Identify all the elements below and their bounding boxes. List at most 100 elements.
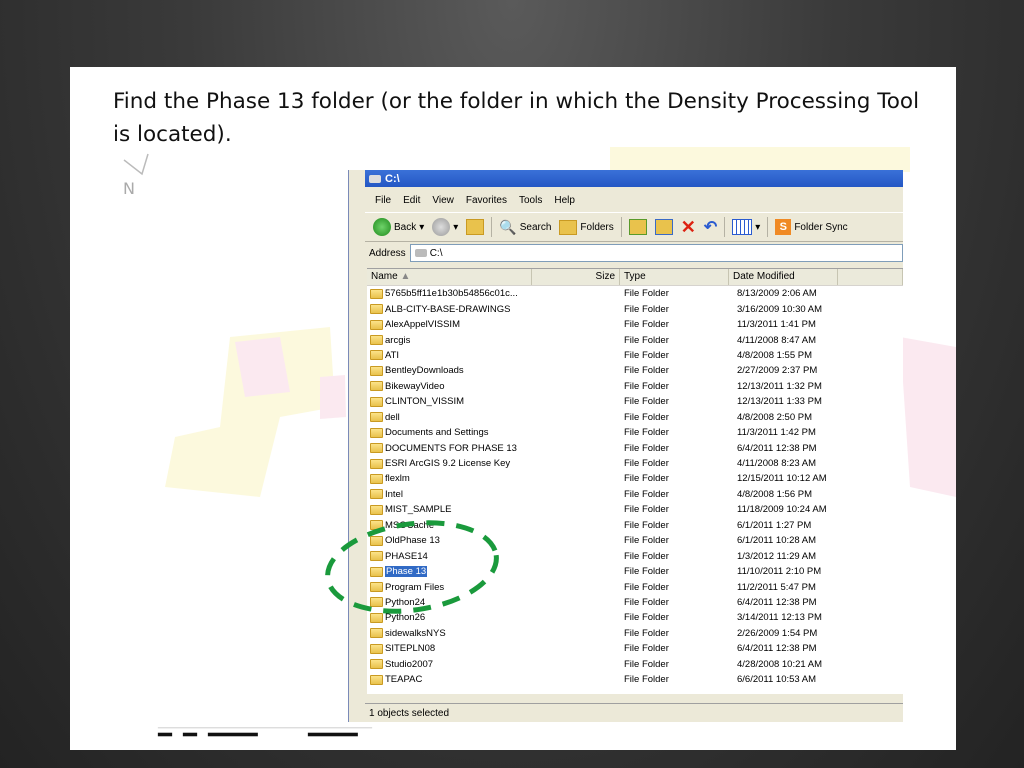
file-name-cell[interactable]: DOCUMENTS FOR PHASE 13 — [367, 443, 535, 454]
file-date: 4/8/2008 2:50 PM — [737, 411, 812, 423]
file-row[interactable]: Intel File Folder 4/8/2008 1:56 PM — [367, 487, 903, 502]
forward-arrow-icon — [432, 218, 451, 236]
file-name: CLINTON_VISSIM — [385, 396, 465, 408]
folder-icon — [370, 643, 383, 654]
file-name-cell[interactable]: MIST_SAMPLE — [367, 504, 535, 515]
file-row[interactable]: ALB-CITY-BASE-DRAWINGS File Folder 3/16/20… — [367, 301, 903, 316]
file-name-cell[interactable]: ESRI ArcGIS 9.2 License Key — [367, 458, 535, 469]
window-titlebar[interactable]: C:\ — [365, 170, 903, 187]
file-name-cell[interactable]: ALB-CITY-BASE-DRAWINGS — [367, 304, 535, 315]
file-name: MIST_SAMPLE — [385, 504, 452, 516]
file-row[interactable]: ATI File Folder 4/8/2008 1:55 PM — [367, 348, 903, 363]
menu-tools[interactable]: Tools — [513, 195, 548, 206]
delete-button[interactable]: ✕ — [677, 217, 700, 238]
folder-icon — [370, 504, 383, 515]
file-name-cell[interactable]: 5765b5ff11e1b30b54856c01c... — [367, 288, 535, 299]
file-name: Intel — [385, 488, 403, 500]
file-date: 2/26/2009 1:54 PM — [737, 627, 818, 639]
window-title: C:\ — [385, 172, 400, 185]
file-row[interactable]: TEAPAC File Folder 6/6/2011 10:53 AM — [367, 672, 903, 687]
menu-favorites[interactable]: Favorites — [460, 195, 513, 206]
file-row[interactable]: dell File Folder 4/8/2008 2:50 PM — [367, 410, 903, 425]
file-name: Documents and Settings — [385, 427, 489, 439]
file-name-cell[interactable]: sidewalksNYS — [367, 628, 535, 639]
forward-button[interactable]: ▾ — [428, 218, 462, 236]
delete-icon: ✕ — [680, 216, 696, 237]
file-row[interactable]: BentleyDownloads File Folder 2/27/2009 2:3… — [367, 363, 903, 378]
file-name-cell[interactable]: TEAPAC — [367, 674, 535, 685]
file-type: File Folder — [624, 488, 669, 500]
status-text: 1 objects selected — [369, 707, 450, 719]
file-date: 4/11/2008 8:23 AM — [737, 458, 817, 470]
column-header-type[interactable]: Type — [620, 269, 729, 285]
file-row[interactable]: MIST_SAMPLE File Folder 11/18/2009 10:24 A… — [367, 502, 903, 517]
file-row[interactable]: Studio2007 File Folder 4/28/2008 10:21 AM — [367, 657, 903, 672]
file-row[interactable]: sidewalksNYS File Folder 2/26/2009 1:54 PM — [367, 626, 903, 641]
file-row[interactable]: AlexAppelVISSIM File Folder 11/3/2011 1:41… — [367, 317, 903, 332]
column-header-size[interactable]: Size — [532, 269, 620, 285]
file-row[interactable]: BikewayVideo File Folder 12/13/2011 1:32 P… — [367, 379, 903, 394]
file-row[interactable]: 5765b5ff11e1b30b54856c01c... File Folder 8… — [367, 286, 903, 301]
file-name-cell[interactable]: SITEPLN08 — [367, 643, 535, 654]
file-date: 3/16/2009 10:30 AM — [737, 303, 823, 315]
copy-to-icon — [654, 219, 673, 235]
file-name-cell[interactable]: flexlm — [367, 473, 535, 484]
file-row[interactable]: CLINTON_VISSIM File Folder 12/13/2011 1:33… — [367, 394, 903, 409]
file-date: 2/27/2009 2:37 PM — [737, 365, 818, 377]
folder-icon — [370, 489, 383, 500]
file-name-cell[interactable]: Studio2007 — [367, 659, 535, 670]
file-date: 4/28/2008 10:21 AM — [737, 658, 823, 670]
menu-help[interactable]: Help — [548, 195, 581, 206]
back-button[interactable]: Back ▾ — [369, 218, 428, 236]
file-name: dell — [385, 411, 400, 423]
chevron-down-icon: ▾ — [453, 221, 459, 233]
file-type: File Folder — [624, 674, 669, 686]
file-name-cell[interactable]: ATI — [367, 350, 535, 361]
folder-sync-button[interactable]: S Folder Sync — [771, 219, 851, 235]
file-type: File Folder — [624, 334, 669, 346]
up-folder-button[interactable] — [462, 219, 488, 235]
file-row[interactable]: flexlm File Folder 12/15/2011 10:12 AM — [367, 471, 903, 486]
search-button[interactable]: 🔍 Search — [495, 219, 555, 236]
views-button[interactable]: ▾ — [728, 219, 764, 235]
column-header-name[interactable]: Name ▲ — [367, 269, 532, 285]
undo-button[interactable]: ↶ — [700, 217, 721, 237]
file-date: 11/10/2011 2:10 PM — [737, 566, 822, 578]
menu-edit[interactable]: Edit — [397, 195, 426, 206]
file-name: ALB-CITY-BASE-DRAWINGS — [385, 303, 511, 315]
column-header-extra[interactable] — [838, 269, 903, 285]
file-date: 6/1/2011 1:27 PM — [737, 519, 812, 531]
file-name-cell[interactable]: Documents and Settings — [367, 427, 535, 438]
copy-to-button[interactable] — [651, 219, 677, 235]
folder-icon — [370, 288, 383, 299]
file-name-cell[interactable]: dell — [367, 412, 535, 423]
file-row[interactable]: DOCUMENTS FOR PHASE 13 File Folder 6/4/201… — [367, 440, 903, 455]
file-row[interactable]: arcgis File Folder 4/11/2008 8:47 AM — [367, 332, 903, 347]
file-name-cell[interactable]: CLINTON_VISSIM — [367, 396, 535, 407]
address-field[interactable]: C:\ — [409, 244, 903, 262]
file-name-cell[interactable]: arcgis — [367, 335, 535, 346]
file-type: File Folder — [624, 473, 669, 485]
file-name-cell[interactable]: BentleyDownloads — [367, 365, 535, 376]
move-to-button[interactable] — [625, 219, 651, 235]
file-type: File Folder — [624, 288, 669, 300]
toolbar-separator — [620, 217, 622, 237]
folder-icon — [370, 628, 383, 639]
explorer-window: C:\ File Edit View Favorites Tools Help … — [348, 170, 903, 722]
file-row[interactable]: ESRI ArcGIS 9.2 License Key File Folder 4/… — [367, 456, 903, 471]
menu-view[interactable]: View — [426, 195, 460, 206]
folder-icon — [370, 396, 383, 407]
file-name-cell[interactable]: BikewayVideo — [367, 381, 535, 392]
file-name-cell[interactable]: Intel — [367, 489, 535, 500]
menu-file[interactable]: File — [369, 195, 397, 206]
folder-icon — [370, 458, 383, 469]
file-type: File Folder — [624, 427, 669, 439]
folder-icon — [370, 335, 383, 346]
chevron-down-icon: ▾ — [419, 221, 425, 233]
file-row[interactable]: SITEPLN08 File Folder 6/4/2011 12:38 PM — [367, 641, 903, 656]
column-header-date[interactable]: Date Modified — [729, 269, 838, 285]
folders-button[interactable]: Folders — [555, 219, 617, 235]
move-to-icon — [628, 219, 647, 235]
file-name-cell[interactable]: AlexAppelVISSIM — [367, 319, 535, 330]
file-row[interactable]: Documents and Settings File Folder 11/3/20… — [367, 425, 903, 440]
